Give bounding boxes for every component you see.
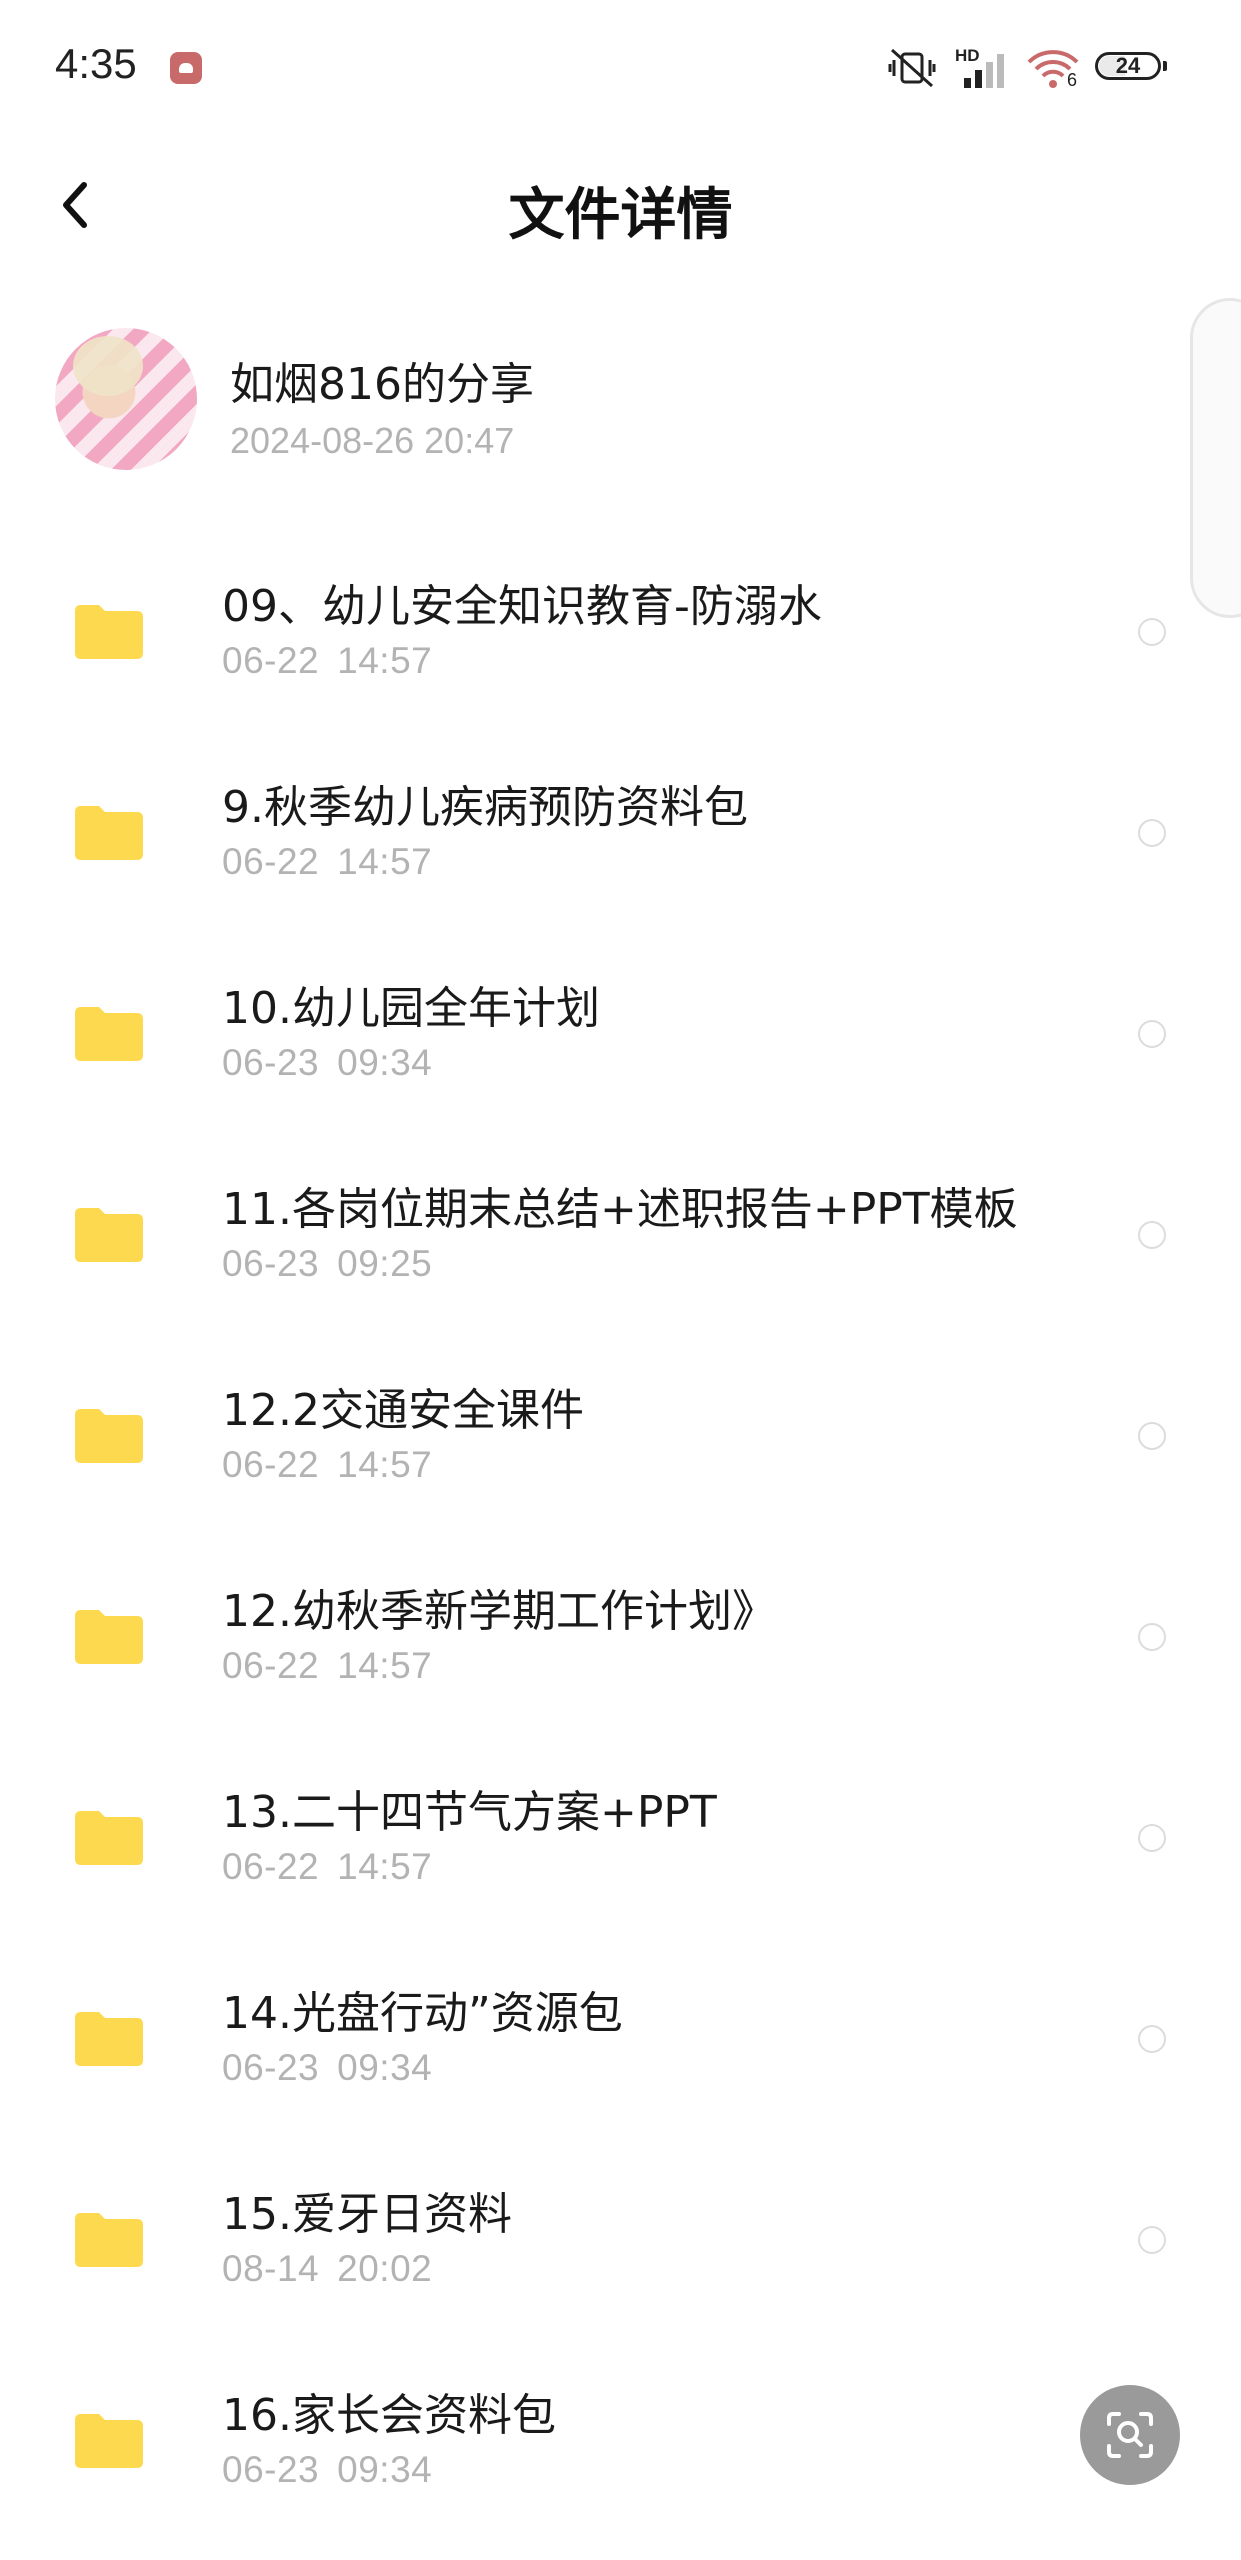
select-radio[interactable] [1138, 1422, 1166, 1450]
file-datetime: 06-23 09:34 [222, 2449, 433, 2490]
scan-search-icon [1107, 2412, 1153, 2458]
file-datetime: 06-22 14:57 [222, 1645, 433, 1686]
file-datetime: 06-22 14:57 [222, 1444, 433, 1485]
file-datetime: 06-22 14:57 [222, 640, 433, 681]
sharer-name: 如烟816的分享 [230, 359, 534, 410]
select-radio[interactable] [1138, 1824, 1166, 1852]
status-time: 4:35 [55, 40, 137, 87]
folder-icon [75, 1811, 143, 1865]
scan-search-button[interactable] [1080, 2385, 1180, 2485]
file-datetime: 08-14 20:02 [222, 2248, 433, 2289]
avatar [55, 328, 197, 470]
file-row[interactable]: 12.幼秋季新学期工作计划》 06-22 14:57 [0, 1545, 1241, 1746]
folder-icon [75, 1208, 143, 1262]
folder-icon [75, 1007, 143, 1061]
sharer-info: 如烟816的分享 2024-08-26 20:47 [55, 328, 955, 478]
status-bar: 4:35 HD 6 24 [0, 0, 1241, 140]
file-datetime: 06-23 09:25 [222, 1243, 433, 1284]
file-datetime: 06-23 09:34 [222, 2047, 433, 2088]
select-radio[interactable] [1138, 1020, 1166, 1048]
folder-icon [75, 2414, 143, 2468]
file-name: 11.各岗位期末总结+述职报告+PPT模板 [222, 1184, 1018, 1235]
select-radio[interactable] [1138, 1623, 1166, 1651]
cloud-notification-icon [170, 52, 202, 84]
file-row[interactable]: 15.爱牙日资料 08-14 20:02 [0, 2148, 1241, 2349]
file-name: 15.爱牙日资料 [222, 2189, 512, 2240]
app-header: 文件详情 [0, 150, 1241, 260]
file-name: 10.幼儿园全年计划 [222, 983, 600, 1034]
file-datetime: 06-22 14:57 [222, 1846, 433, 1887]
page-title: 文件详情 [508, 183, 733, 248]
file-row[interactable]: 12.2交通安全课件 06-22 14:57 [0, 1344, 1241, 1545]
file-name: 9.秋季幼儿疾病预防资料包 [222, 782, 748, 833]
file-row[interactable]: 11.各岗位期末总结+述职报告+PPT模板 06-23 09:25 [0, 1143, 1241, 1344]
folder-icon [75, 2012, 143, 2066]
folder-icon [75, 1409, 143, 1463]
select-radio[interactable] [1138, 618, 1166, 646]
select-radio[interactable] [1138, 2226, 1166, 2254]
file-list: 09、幼儿安全知识教育-防溺水 06-22 14:57 9.秋季幼儿疾病预防资料包… [0, 540, 1241, 2550]
folder-icon [75, 2213, 143, 2267]
wifi-badge: 6 [1067, 70, 1078, 90]
file-datetime: 06-23 09:34 [222, 1042, 433, 1083]
file-row[interactable]: 16.家长会资料包 06-23 09:34 [0, 2349, 1241, 2550]
file-name: 12.幼秋季新学期工作计划》 [222, 1586, 776, 1637]
file-name: 09、幼儿安全知识教育-防溺水 [222, 581, 822, 632]
folder-icon [75, 806, 143, 860]
file-row[interactable]: 13.二十四节气方案+PPT 06-22 14:57 [0, 1746, 1241, 1947]
select-radio[interactable] [1138, 2025, 1166, 2053]
file-row[interactable]: 10.幼儿园全年计划 06-23 09:34 [0, 942, 1241, 1143]
share-datetime: 2024-08-26 20:47 [230, 420, 515, 461]
battery-indicator: 24 [1095, 52, 1167, 80]
file-name: 12.2交通安全课件 [222, 1385, 584, 1436]
folder-icon [75, 1610, 143, 1664]
select-radio[interactable] [1138, 819, 1166, 847]
file-name: 13.二十四节气方案+PPT [222, 1787, 717, 1838]
folder-icon [75, 605, 143, 659]
cellular-signal-icon [964, 54, 1004, 88]
file-row[interactable]: 14.光盘行动”资源包 06-23 09:34 [0, 1947, 1241, 2148]
mute-icon [888, 48, 936, 88]
file-datetime: 06-22 14:57 [222, 841, 433, 882]
file-name: 16.家长会资料包 [222, 2390, 556, 2441]
file-name: 14.光盘行动”资源包 [222, 1988, 623, 2039]
select-radio[interactable] [1138, 1221, 1166, 1249]
file-row[interactable]: 9.秋季幼儿疾病预防资料包 06-22 14:57 [0, 741, 1241, 942]
file-row[interactable]: 09、幼儿安全知识教育-防溺水 06-22 14:57 [0, 540, 1241, 741]
